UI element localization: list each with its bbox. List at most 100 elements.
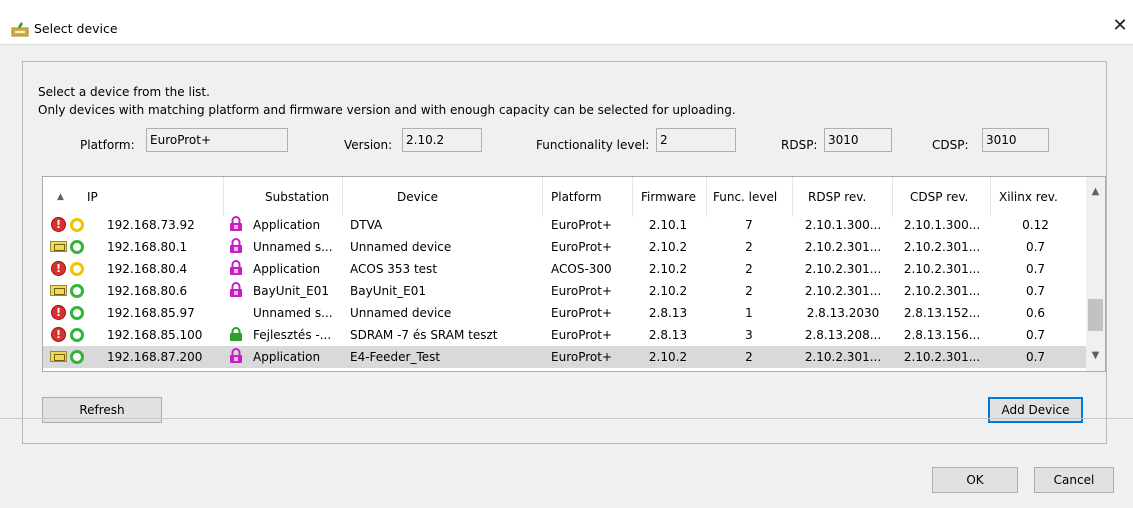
column-header-rdsp-rev[interactable]: RDSP rev. <box>808 190 866 204</box>
lock-open-icon <box>230 348 242 363</box>
column-header-platform[interactable]: Platform <box>551 190 602 204</box>
cell-platform: EuroProt+ <box>551 284 612 298</box>
column-divider[interactable] <box>792 177 793 217</box>
cell-cdsp-rev: 2.10.1.300... <box>903 218 981 232</box>
table-row[interactable]: ! 192.168.85.97 Unnamed s... Unnamed device… <box>43 302 1087 324</box>
table-row[interactable]: 192.168.80.1 Unnamed s... Unnamed device Eu… <box>43 236 1087 258</box>
column-divider[interactable] <box>892 177 893 217</box>
add-device-button[interactable]: Add Device <box>988 397 1083 423</box>
column-divider[interactable] <box>706 177 707 217</box>
column-divider[interactable] <box>223 177 224 217</box>
cell-func-level: 2 <box>745 284 753 298</box>
cell-device: Unnamed device <box>350 240 452 254</box>
vertical-scrollbar[interactable]: ▲ ▼ <box>1086 177 1105 371</box>
cell-ip: 192.168.87.200 <box>107 350 203 364</box>
cell-rdsp-rev: 2.8.13.2030 <box>806 306 880 320</box>
cell-func-level: 7 <box>745 218 753 232</box>
cell-cdsp-rev: 2.10.2.301... <box>903 350 981 364</box>
cell-xilinx-rev: 0.7 <box>1025 328 1046 342</box>
cell-rdsp-rev: 2.10.2.301... <box>804 240 882 254</box>
module-icon <box>50 351 67 362</box>
cell-ip: 192.168.80.1 <box>107 240 188 254</box>
cell-func-level: 2 <box>745 262 753 276</box>
module-icon <box>50 241 67 252</box>
cell-xilinx-rev: 0.7 <box>1025 350 1046 364</box>
table-row[interactable]: 192.168.87.200 Application E4-Feeder_Test E… <box>43 346 1087 368</box>
table-row[interactable]: 192.168.80.6 BayUnit_E01 BayUnit_E01 EuroPr… <box>43 280 1087 302</box>
scrollbar-thumb[interactable] <box>1088 299 1103 331</box>
column-header-func-level[interactable]: Func. level <box>713 190 777 204</box>
column-header-substation[interactable]: Substation <box>265 190 329 204</box>
sort-ascending-icon[interactable]: ▲ <box>57 192 64 202</box>
cell-rdsp-rev: 2.10.1.300... <box>804 218 882 232</box>
cell-xilinx-rev: 0.7 <box>1025 262 1046 276</box>
cell-xilinx-rev: 0.7 <box>1025 240 1046 254</box>
cdsp-label: CDSP: <box>932 138 969 152</box>
cell-cdsp-rev: 2.8.13.156... <box>903 328 981 342</box>
cell-device: BayUnit_E01 <box>350 284 426 298</box>
cell-device: Unnamed device <box>350 306 452 320</box>
intro-line-2: Only devices with matching platform and … <box>38 103 736 117</box>
cancel-button[interactable]: Cancel <box>1034 467 1114 493</box>
scroll-down-icon[interactable]: ▼ <box>1089 349 1102 362</box>
table-row[interactable]: ! 192.168.85.100 Fejlesztés -... SDRAM -7 é… <box>43 324 1087 346</box>
ok-button[interactable]: OK <box>932 467 1018 493</box>
connection-ok-icon <box>70 284 84 298</box>
cell-xilinx-rev: 0.12 <box>1022 218 1049 232</box>
column-divider[interactable] <box>542 177 543 217</box>
module-icon <box>50 285 67 296</box>
cell-substation: Unnamed s... <box>253 240 333 254</box>
list-header: ▲ IP Substation Device Platform Firmware… <box>43 177 1087 217</box>
cell-platform: EuroProt+ <box>551 240 612 254</box>
footer-divider <box>0 418 1133 419</box>
column-divider[interactable] <box>342 177 343 217</box>
table-row[interactable]: ! 192.168.80.4 Application ACOS 353 test ACO… <box>43 258 1087 280</box>
error-icon: ! <box>51 217 66 232</box>
cell-func-level: 2 <box>745 350 753 364</box>
device-list[interactable]: ▲ IP Substation Device Platform Firmware… <box>42 176 1106 372</box>
cell-ip: 192.168.85.100 <box>107 328 203 342</box>
cell-device: E4-Feeder_Test <box>350 350 441 364</box>
column-divider[interactable] <box>990 177 991 217</box>
connection-ok-icon <box>70 306 84 320</box>
cell-ip: 192.168.73.92 <box>107 218 195 232</box>
window-title: Select device <box>34 21 118 36</box>
app-icon <box>11 22 29 37</box>
error-icon: ! <box>51 305 66 320</box>
cell-firmware: 2.10.2 <box>648 350 688 364</box>
cell-platform: EuroProt+ <box>551 218 612 232</box>
functionality-level-field: 2 <box>656 128 736 152</box>
table-row[interactable]: ! 192.168.73.92 Application DTVA EuroProt+ 2.… <box>43 214 1087 236</box>
scroll-up-icon[interactable]: ▲ <box>1089 185 1102 198</box>
cell-substation: Application <box>253 218 321 232</box>
lock-open-icon <box>230 216 242 231</box>
cell-cdsp-rev: 2.8.13.152... <box>903 306 981 320</box>
version-label: Version: <box>344 138 393 152</box>
column-header-firmware[interactable]: Firmware <box>641 190 696 204</box>
column-header-xilinx-rev[interactable]: Xilinx rev. <box>999 190 1058 204</box>
cdsp-field: 3010 <box>982 128 1049 152</box>
cell-platform: EuroProt+ <box>551 328 612 342</box>
column-header-cdsp-rev[interactable]: CDSP rev. <box>910 190 968 204</box>
column-divider[interactable] <box>632 177 633 217</box>
cell-firmware: 2.10.2 <box>648 262 688 276</box>
cell-firmware: 2.8.13 <box>648 328 688 342</box>
cell-substation: Application <box>253 350 321 364</box>
cell-cdsp-rev: 2.10.2.301... <box>903 284 981 298</box>
cell-rdsp-rev: 2.10.2.301... <box>804 284 882 298</box>
title-bar: Select device ✕ <box>0 0 1133 44</box>
connection-ok-icon <box>70 240 84 254</box>
cell-device: ACOS 353 test <box>350 262 438 276</box>
lock-open-icon <box>230 282 242 297</box>
cell-substation: BayUnit_E01 <box>253 284 329 298</box>
cell-xilinx-rev: 0.7 <box>1025 284 1046 298</box>
connection-ok-icon <box>70 328 84 342</box>
rdsp-label: RDSP: <box>781 138 818 152</box>
cell-ip: 192.168.80.6 <box>107 284 188 298</box>
refresh-button[interactable]: Refresh <box>42 397 162 423</box>
platform-label: Platform: <box>80 138 135 152</box>
column-header-device[interactable]: Device <box>397 190 438 204</box>
cell-device: DTVA <box>350 218 383 232</box>
close-icon[interactable]: ✕ <box>1108 14 1132 38</box>
column-header-ip[interactable]: IP <box>87 190 98 204</box>
